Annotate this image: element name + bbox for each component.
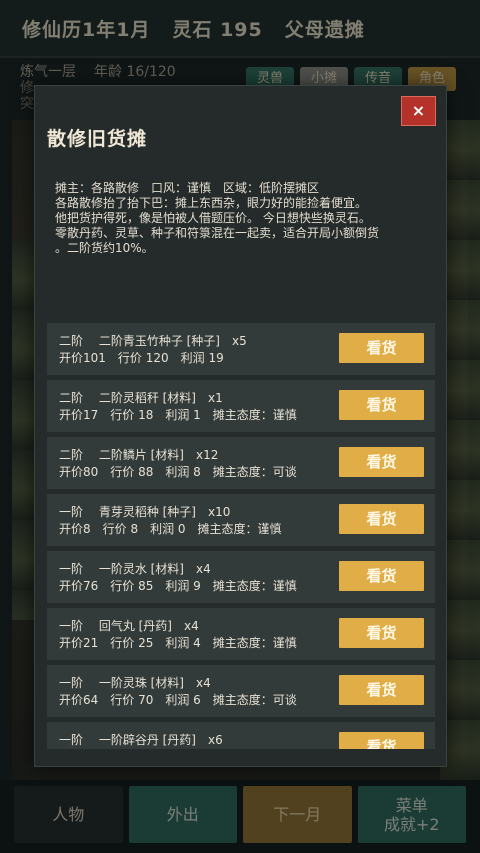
goods-title: 一阶 一阶辟谷丹 [丹药] x6	[59, 733, 223, 747]
stall-description: 摊主：各路散修 口风：谨慎 区域：低阶摆摊区 各路散修抬了抬下巴：摊上东西杂，眼…	[55, 181, 435, 256]
goods-row: 二阶 二阶青玉竹种子 [种子] x5 开价101 行价 120 利润 19 看货	[47, 323, 435, 375]
goods-prices: 开价64 行价 70 利润 6 摊主态度：可谈	[59, 693, 297, 707]
goods-title: 二阶 二阶鳞片 [材料] x12	[59, 448, 219, 462]
goods-prices: 开价8 行价 8 利润 0 摊主态度：谨慎	[59, 522, 282, 536]
description-line: 零散丹药、灵草、种子和符箓混在一起卖，适合开局小额倒货	[55, 226, 380, 240]
view-goods-button[interactable]: 看货	[339, 333, 424, 363]
description-line: 摊主：各路散修 口风：谨慎 区域：低阶摆摊区	[55, 181, 320, 195]
stall-modal: × 散修旧货摊 摊主：各路散修 口风：谨慎 区域：低阶摆摊区 各路散修抬了抬下巴…	[34, 85, 447, 767]
goods-row: 一阶 回气丸 [丹药] x4 开价21 行价 25 利润 4 摊主态度：谨慎 看…	[47, 608, 435, 660]
view-goods-button[interactable]: 看货	[339, 504, 424, 534]
goods-prices: 开价76 行价 85 利润 9 摊主态度：谨慎	[59, 579, 297, 593]
goods-title: 二阶 二阶青玉竹种子 [种子] x5	[59, 334, 247, 348]
goods-list[interactable]: 二阶 二阶青玉竹种子 [种子] x5 开价101 行价 120 利润 19 看货…	[47, 323, 435, 749]
goods-row: 二阶 二阶鳞片 [材料] x12 开价80 行价 88 利润 8 摊主态度：可谈…	[47, 437, 435, 489]
goods-title: 一阶 青芽灵稻种 [种子] x10	[59, 505, 231, 519]
view-goods-button[interactable]: 看货	[339, 732, 424, 749]
goods-row: 一阶 青芽灵稻种 [种子] x10 开价8 行价 8 利润 0 摊主态度：谨慎 …	[47, 494, 435, 546]
view-goods-button[interactable]: 看货	[339, 618, 424, 648]
description-line: 他把货护得死，像是怕被人借题压价。 今日想快些换灵石。	[55, 211, 371, 225]
view-goods-button[interactable]: 看货	[339, 390, 424, 420]
goods-row: 一阶 一阶灵水 [材料] x4 开价76 行价 85 利润 9 摊主态度：谨慎 …	[47, 551, 435, 603]
description-line: 各路散修抬了抬下巴：摊上东西杂，眼力好的能捡着便宜。	[55, 196, 368, 210]
goods-prices: 开价80 行价 88 利润 8 摊主态度：可谈	[59, 465, 297, 479]
goods-title: 二阶 二阶灵稻秆 [材料] x1	[59, 391, 223, 405]
close-button[interactable]: ×	[401, 96, 436, 126]
goods-title: 一阶 一阶灵珠 [材料] x4	[59, 676, 211, 690]
goods-prices: 开价17 行价 18 利润 1 摊主态度：谨慎	[59, 408, 297, 422]
view-goods-button[interactable]: 看货	[339, 561, 424, 591]
goods-row: 二阶 二阶灵稻秆 [材料] x1 开价17 行价 18 利润 1 摊主态度：谨慎…	[47, 380, 435, 432]
description-line: 。二阶货约10%。	[55, 241, 154, 255]
modal-title: 散修旧货摊	[47, 128, 148, 150]
view-goods-button[interactable]: 看货	[339, 675, 424, 705]
view-goods-button[interactable]: 看货	[339, 447, 424, 477]
goods-prices: 开价101 行价 120 利润 19	[59, 351, 224, 365]
goods-row: 一阶 一阶灵珠 [材料] x4 开价64 行价 70 利润 6 摊主态度：可谈 …	[47, 665, 435, 717]
goods-title: 一阶 回气丸 [丹药] x4	[59, 619, 199, 633]
goods-row: 一阶 一阶辟谷丹 [丹药] x6 看货	[47, 722, 435, 749]
goods-title: 一阶 一阶灵水 [材料] x4	[59, 562, 211, 576]
goods-prices: 开价21 行价 25 利润 4 摊主态度：谨慎	[59, 636, 297, 650]
